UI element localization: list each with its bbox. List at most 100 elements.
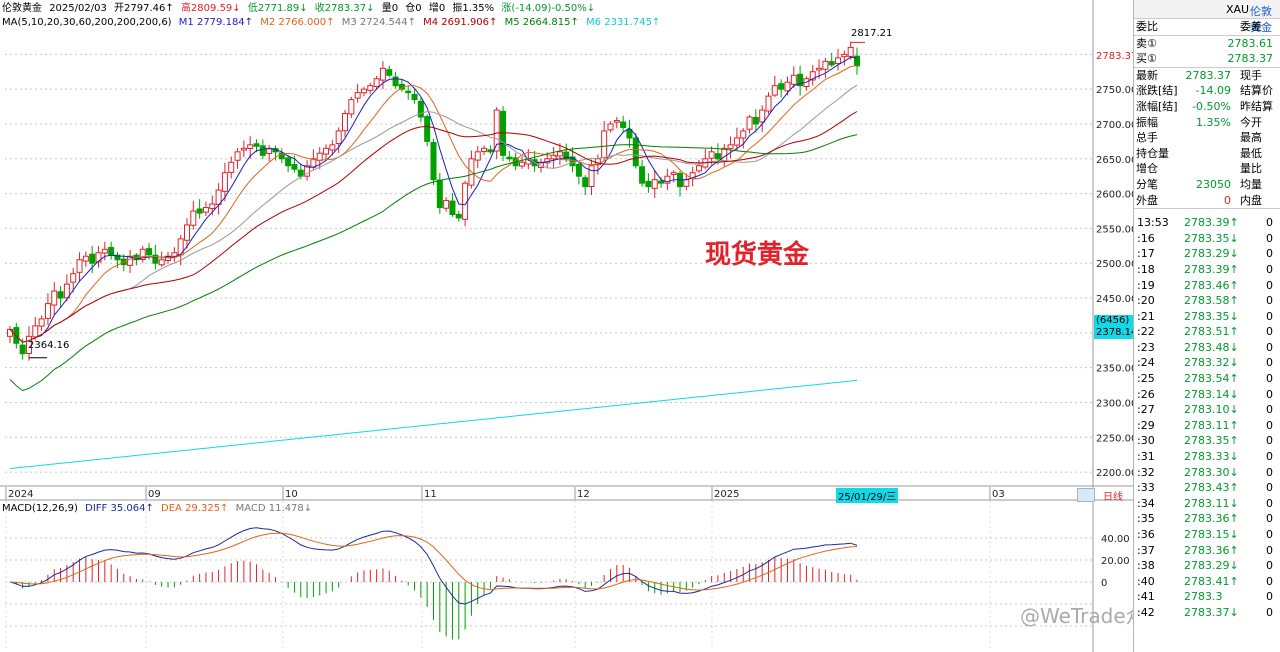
instrument-name: 伦敦黄金 [2,3,42,14]
tick-row: :33 2783.43↑ 0 [1134,480,1280,496]
quote-panel: XAU 伦敦黄金 委比 委差 卖① 2783.61 买① 2783.37 最新 2… [1133,0,1280,652]
macd-y-tick-label: 20.00 [1101,556,1130,567]
candle-body [202,207,209,213]
stat-label-right: 内盘 [1240,193,1262,207]
tick-price: 2783.11↓ [1184,496,1239,510]
tick-row: :41 2783.3 0 [1134,589,1280,605]
y-tick-label: 2250.00 [1096,433,1133,444]
ma3-legend: M3 2724.544↑ [341,17,416,28]
tick-price: 2783.39↑ [1184,262,1239,276]
stats-table: 最新 2783.37 现手 涨跌[结] -14.09 结算价 涨幅[结] -0.50% 昨结算振… [1134,68,1280,210]
candle-body [765,95,772,112]
stat-row: 涨幅[结] -0.50% 昨结算 [1134,99,1280,115]
candle-body [556,151,563,157]
candle-body [506,156,513,160]
candle-body [835,57,842,64]
candle-body [752,116,759,125]
tick-price: 2783.33↓ [1184,450,1239,464]
stat-row: 外盘 0 内盘 [1134,193,1280,209]
macd-legend: MACD(12,26,9) DIFF 35.064↑ DEA 29.325↑ M… [2,502,316,516]
tick-time: :21 [1137,309,1155,323]
stat-value: 23050 [1196,177,1231,191]
candle-body [733,137,740,146]
candle-body [7,328,13,337]
tick-volume: 0 [1266,605,1273,619]
candle-body [89,253,96,264]
stat-row: 总手 最高 [1134,130,1280,146]
tick-row: :36 2783.15↓ 0 [1134,527,1280,543]
x-tick-label: 11 [424,489,437,500]
stat-value: -0.50% [1192,99,1231,113]
tick-time: 13:53 [1137,216,1169,230]
stat-row: 分笔 23050 均量 [1134,177,1280,193]
tick-row: :38 2783.29↓ 0 [1134,558,1280,574]
candle-body [639,166,646,184]
x-scroll-handle[interactable] [1077,488,1095,502]
candle-body [588,165,595,188]
candle-body [714,153,721,160]
candle-body [518,161,525,167]
candle-body [436,179,443,209]
ma200-tag-count: (6456) [1096,315,1130,326]
stat-label: 涨跌[结] [1136,84,1178,98]
tick-price: 2783.10↓ [1184,403,1239,417]
x-tick-label: 10 [285,489,298,500]
dea-legend: DEA 29.325↑ [161,503,229,514]
candle-body [670,172,677,176]
candle-body [575,163,582,177]
period-label[interactable]: 日线 [1103,488,1123,503]
tick-time: :37 [1137,543,1155,557]
candle-body [424,116,431,142]
ma1-legend: M1 2779.184↑ [178,17,254,28]
stat-label: 增仓 [1136,162,1158,176]
ma2-legend: M2 2766.000↑ [260,17,335,28]
stat-label: 振幅 [1136,115,1158,129]
candle-body [727,144,734,149]
ma-label: MA(5,10,20,30,60,200,200,200,6) [2,17,172,28]
y-tick-label: 2600.00 [1096,190,1133,201]
tick-row: :27 2783.10↓ 0 [1134,402,1280,418]
stat-value: -14.09 [1195,84,1231,98]
candle-body [607,123,614,131]
candle-body [405,90,412,94]
candle-body [196,208,203,214]
chart-canvas[interactable]: 2200.002250.002300.002350.002400.002450.… [0,0,1133,652]
tick-row: :32 2783.30↓ 0 [1134,465,1280,481]
tick-row: :19 2783.46↑ 0 [1134,278,1280,294]
candle-body [51,290,58,306]
tick-row: :25 2783.54↑ 0 [1134,371,1280,387]
tick-price: 2783.36↑ [1184,512,1239,526]
tick-volume: 0 [1266,512,1273,526]
candle-body [259,145,266,156]
tick-time: :23 [1137,340,1155,354]
diff-label: 委差 [1240,20,1262,33]
tick-volume: 0 [1266,496,1273,510]
tick-list[interactable]: 13:53 2783.39↑ 0:16 2783.35↓ 0:17 2783.29↓ 0:1… [1134,209,1280,620]
tick-time: :31 [1137,450,1155,464]
candle-body [582,177,589,188]
tick-price: 2783.41↑ [1184,574,1239,588]
y-tick-label: 2700.00 [1096,120,1133,131]
stat-label-right: 现手 [1240,68,1262,82]
candle-body [613,120,620,123]
x-tick-label: 12 [577,489,590,500]
candle-body [190,210,197,226]
tick-row: :22 2783.51↑ 0 [1134,324,1280,340]
candle-body [822,60,829,70]
tick-time: :19 [1137,278,1155,292]
candle-body [790,74,797,85]
stat-value: 2783.37 [1185,68,1232,82]
change-value: 涨(-14.09)-0.50%↓ [501,3,596,14]
tick-price: 2783.43↑ [1184,481,1239,495]
macd-y-tick-label: 0 [1101,578,1107,589]
candle-body [816,67,823,71]
tick-volume: 0 [1266,356,1273,370]
tick-time: :20 [1137,294,1155,308]
candle-body [683,179,690,187]
candle-body [240,147,247,151]
tick-price: 2783.11↑ [1184,418,1239,432]
candle-body [449,200,456,215]
tick-time: :26 [1137,387,1155,401]
candle-body [19,344,26,355]
candle-body [253,143,260,147]
